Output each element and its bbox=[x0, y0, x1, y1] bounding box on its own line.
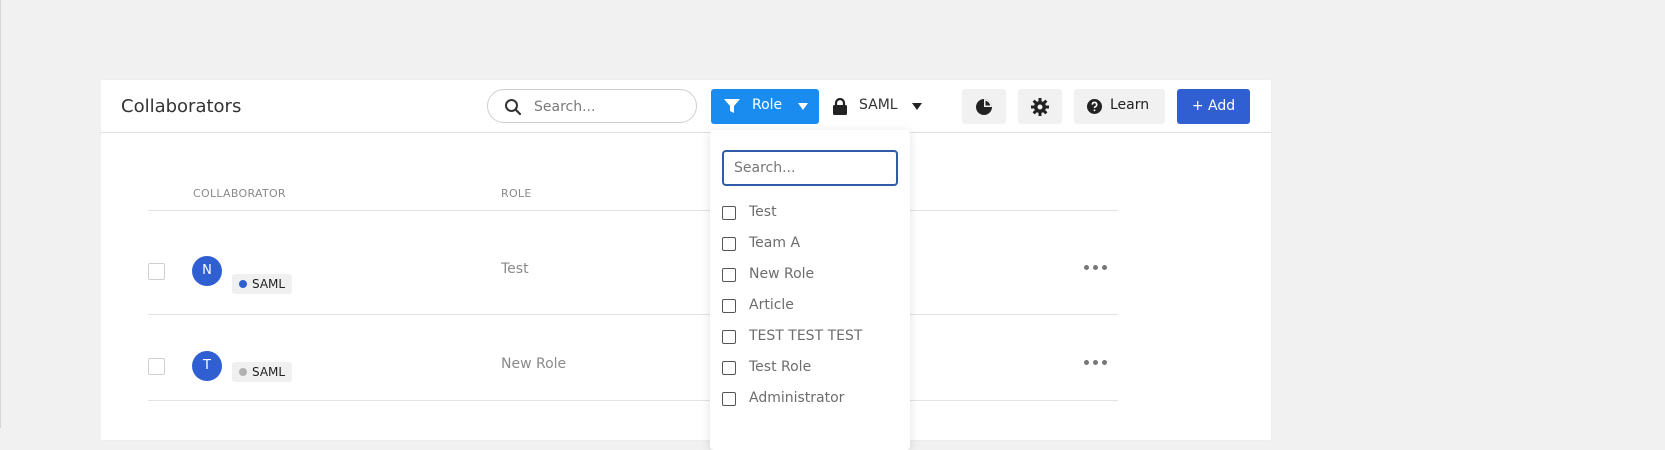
more-horizontal-icon bbox=[1084, 360, 1089, 365]
role-option-label: TEST TEST TEST bbox=[749, 328, 863, 344]
page-title: Collaborators bbox=[121, 96, 242, 117]
help-circle-icon bbox=[1087, 99, 1102, 114]
role-option-label: Article bbox=[749, 297, 794, 313]
window-edge bbox=[0, 0, 1, 428]
row-actions-button[interactable] bbox=[1084, 257, 1108, 277]
row-checkbox[interactable] bbox=[148, 358, 165, 375]
role-option-test-test-test[interactable]: TEST TEST TEST bbox=[722, 326, 902, 350]
search-icon bbox=[505, 99, 522, 116]
pie-chart-icon bbox=[976, 99, 992, 115]
more-horizontal-icon-dot bbox=[1093, 265, 1098, 270]
column-header-collaborator: COLLABORATOR bbox=[193, 187, 286, 200]
role-option-label: New Role bbox=[749, 266, 815, 282]
row-actions-button[interactable] bbox=[1084, 352, 1108, 372]
search-box[interactable] bbox=[487, 89, 697, 123]
saml-badge-label: SAML bbox=[252, 365, 286, 379]
row-divider bbox=[148, 314, 1118, 315]
role-cell: New Role bbox=[501, 356, 567, 372]
status-dot-inactive bbox=[239, 368, 247, 376]
role-option-article[interactable]: Article bbox=[722, 295, 902, 319]
role-filter-dropdown: Test Team A New Role Article TEST TEST T… bbox=[710, 130, 910, 450]
role-option-label: Test Role bbox=[749, 359, 812, 375]
saml-badge-label: SAML bbox=[252, 277, 286, 291]
role-option-label: Test bbox=[749, 204, 777, 220]
role-search-input[interactable] bbox=[722, 150, 898, 186]
role-option-checkbox[interactable] bbox=[722, 206, 736, 220]
search-input[interactable] bbox=[532, 96, 686, 118]
add-collaborator-button[interactable]: + Add bbox=[1177, 89, 1250, 124]
more-horizontal-icon-dot bbox=[1102, 265, 1107, 270]
role-option-label: Team A bbox=[749, 235, 801, 251]
filter-icon bbox=[724, 99, 740, 113]
role-option-checkbox[interactable] bbox=[722, 330, 736, 344]
role-option-checkbox[interactable] bbox=[722, 268, 736, 282]
avatar: N bbox=[192, 256, 222, 286]
role-option-checkbox[interactable] bbox=[722, 392, 736, 406]
status-dot-active bbox=[239, 280, 247, 288]
row-checkbox[interactable] bbox=[148, 263, 165, 280]
role-option-new-role[interactable]: New Role bbox=[722, 264, 902, 288]
learn-label: Learn bbox=[1110, 97, 1150, 113]
role-option-team-a[interactable]: Team A bbox=[722, 233, 902, 257]
saml-filter-button[interactable]: SAML bbox=[831, 89, 922, 124]
role-option-checkbox[interactable] bbox=[722, 299, 736, 313]
saml-badge: SAML bbox=[232, 274, 293, 294]
more-horizontal-icon-dot bbox=[1093, 360, 1098, 365]
role-filter-button[interactable]: Role bbox=[711, 89, 819, 124]
role-option-label: Administrator bbox=[749, 390, 845, 406]
role-filter-label: Role bbox=[752, 97, 783, 113]
saml-filter-label: SAML bbox=[859, 97, 898, 113]
analytics-button[interactable] bbox=[962, 89, 1006, 124]
role-cell: Test bbox=[501, 261, 529, 277]
gear-icon bbox=[1031, 98, 1049, 116]
row-divider bbox=[148, 400, 1118, 401]
role-option-administrator[interactable]: Administrator bbox=[722, 388, 902, 412]
learn-button[interactable]: Learn bbox=[1074, 89, 1165, 124]
collaborators-panel: Collaborators Role SAML bbox=[101, 80, 1271, 440]
settings-button[interactable] bbox=[1018, 89, 1062, 124]
column-header-role: ROLE bbox=[501, 187, 532, 200]
role-option-checkbox[interactable] bbox=[722, 237, 736, 251]
panel-header: Collaborators Role SAML bbox=[101, 80, 1271, 133]
more-horizontal-icon-dot bbox=[1102, 360, 1107, 365]
role-option-test-role[interactable]: Test Role bbox=[722, 357, 902, 381]
chevron-down-icon bbox=[912, 103, 922, 110]
more-horizontal-icon bbox=[1084, 265, 1089, 270]
header-divider bbox=[148, 210, 1118, 211]
role-option-checkbox[interactable] bbox=[722, 361, 736, 375]
saml-badge: SAML bbox=[232, 362, 293, 382]
avatar: T bbox=[192, 351, 222, 381]
chevron-down-icon bbox=[798, 103, 808, 110]
role-option-test[interactable]: Test bbox=[722, 202, 902, 226]
lock-icon bbox=[833, 98, 847, 115]
